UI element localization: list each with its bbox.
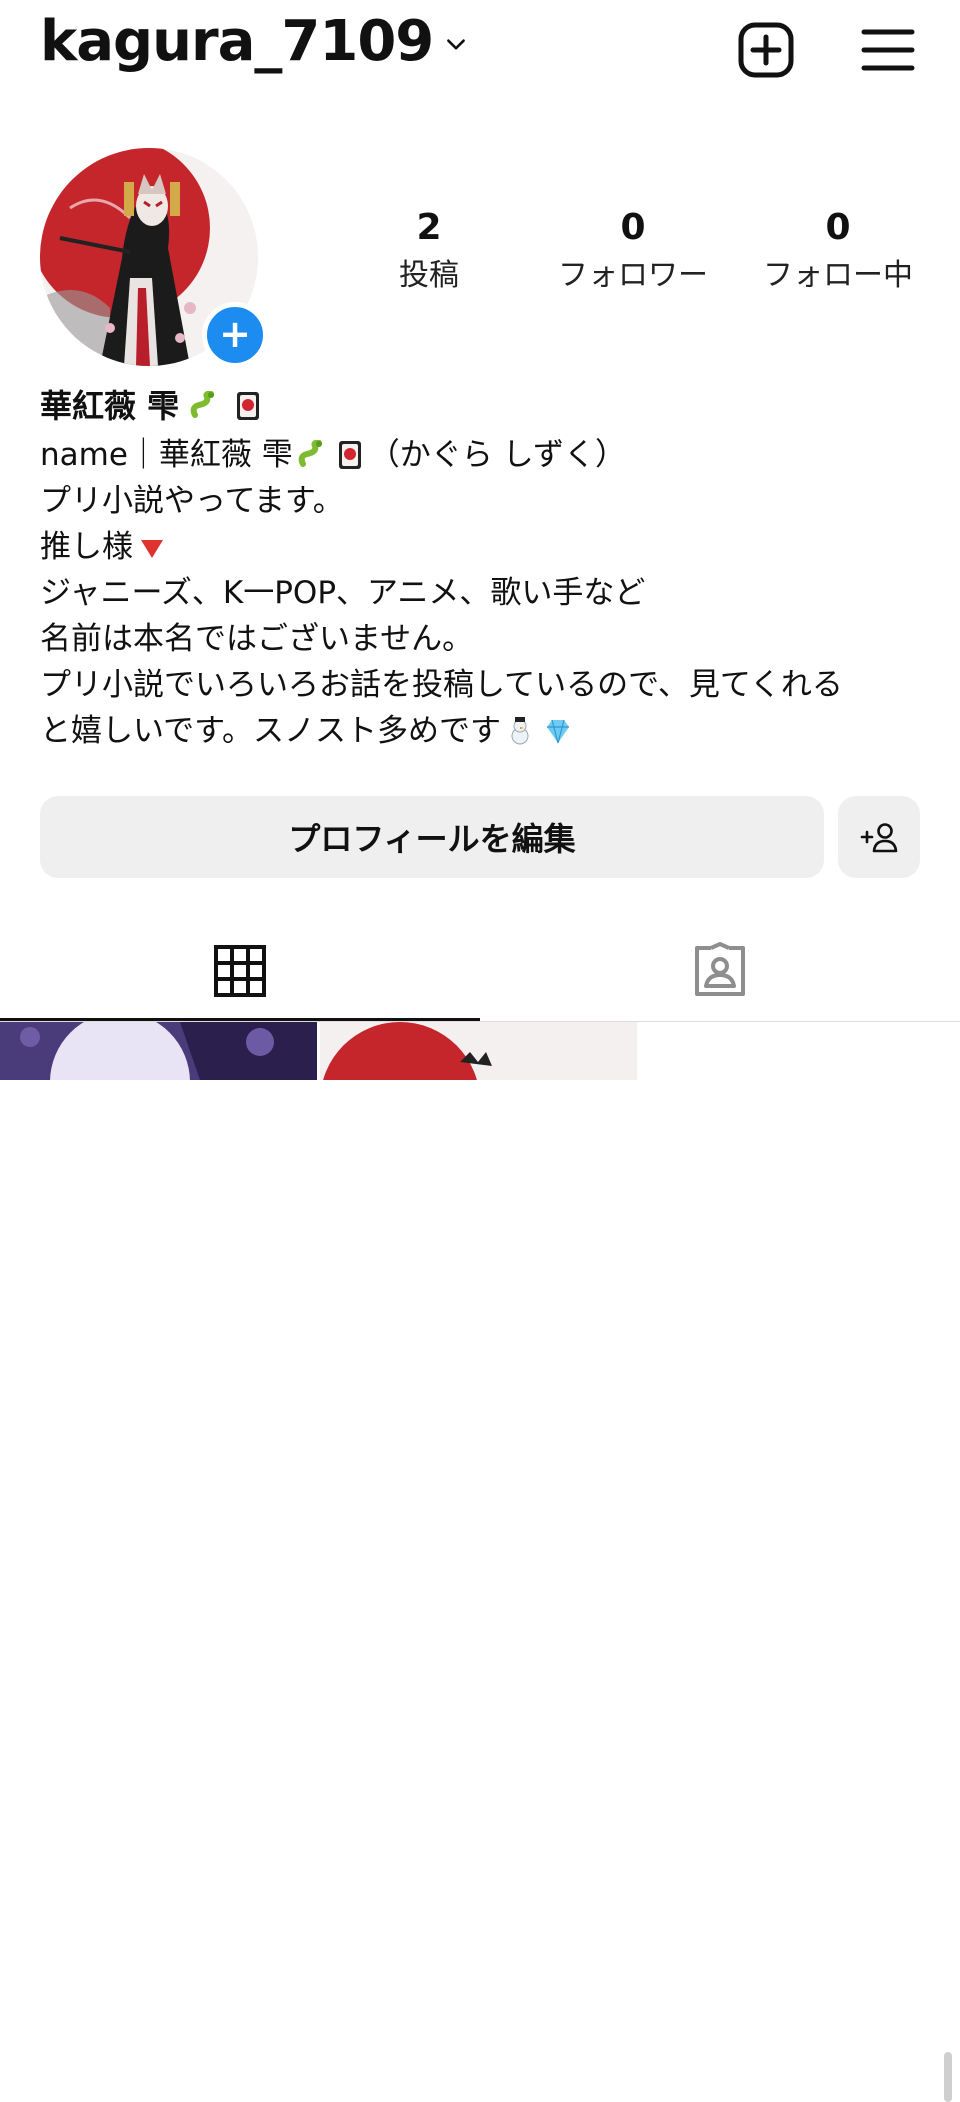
chevron-down-icon [447, 39, 466, 50]
profile-avatar-container: + [40, 148, 268, 368]
snake-emoji [298, 440, 322, 467]
create-button[interactable] [734, 18, 798, 82]
bio-line: 名前は本名ではございません。 [40, 621, 474, 657]
hamburger-menu-icon [861, 29, 915, 71]
add-story-button[interactable]: + [202, 302, 268, 368]
edit-profile-button[interactable]: プロフィールを編集 [40, 796, 824, 878]
followers-label: フォロワー [558, 258, 708, 293]
bio-reading-text: （かぐら しずく） [368, 437, 627, 473]
following-count: 0 [825, 207, 851, 248]
plus-icon: + [219, 311, 251, 356]
tab-grid[interactable] [0, 920, 480, 1022]
followers-count: 0 [620, 207, 646, 248]
posts-stat[interactable]: 2 投稿 [370, 206, 488, 298]
post-thumbnail-image [320, 1022, 637, 1080]
post-thumbnail[interactable] [0, 1022, 317, 1080]
tab-tagged[interactable] [480, 920, 960, 1022]
grid-icon [214, 945, 266, 997]
display-name-row: 華紅薇 雫 [40, 384, 267, 428]
hanafuda-card-emoji [338, 441, 361, 469]
bio-line: と嬉しいです。スノスト多めです [40, 708, 930, 754]
scrollbar[interactable] [944, 2052, 952, 2102]
discover-people-button[interactable] [838, 796, 920, 878]
post-thumbnail[interactable] [320, 1022, 637, 1080]
bio-line: プリ小説でいろいろお話を投稿しているので、見てくれる [40, 667, 843, 703]
posts-grid [0, 1022, 960, 2102]
account-switcher[interactable]: kagura_7109 [40, 14, 469, 70]
profile-tabs [0, 920, 960, 1022]
bio-last-text: と嬉しいです。スノスト多めです [40, 713, 501, 749]
bio-line: ジャニーズ、K一POP、アニメ、歌い手など [40, 575, 646, 611]
following-label: フォロー中 [763, 258, 913, 293]
post-thumbnail-image [0, 1022, 317, 1080]
menu-button[interactable] [856, 18, 920, 82]
gem-emoji [546, 719, 569, 744]
add-person-icon [860, 823, 898, 853]
bio: name｜華紅薇 雫 （かぐら しずく） プリ小説やってます。 推し様 ジャニー… [40, 432, 930, 754]
followers-stat[interactable]: 0 フォロワー [548, 206, 718, 298]
red-triangle-down-emoji [141, 540, 163, 558]
following-stat[interactable]: 0 フォロー中 [750, 206, 926, 298]
posts-label: 投稿 [399, 258, 459, 293]
bio-name-text: name｜華紅薇 雫 [40, 437, 293, 473]
tagged-person-icon [695, 942, 745, 996]
bio-line: name｜華紅薇 雫 （かぐら しずく） [40, 432, 930, 478]
bio-line: プリ小説やってます。 [40, 483, 344, 519]
snake-emoji [190, 391, 215, 418]
bio-line: 推し様 [40, 524, 930, 570]
display-name: 華紅薇 雫 [40, 387, 180, 425]
posts-count: 2 [416, 207, 442, 248]
snowman-emoji [511, 717, 529, 745]
bio-oshi-text: 推し様 [40, 529, 133, 565]
plus-square-icon [738, 22, 794, 78]
username: kagura_7109 [40, 9, 434, 74]
top-bar: kagura_7109 [0, 0, 960, 110]
hanafuda-card-emoji [237, 392, 260, 420]
